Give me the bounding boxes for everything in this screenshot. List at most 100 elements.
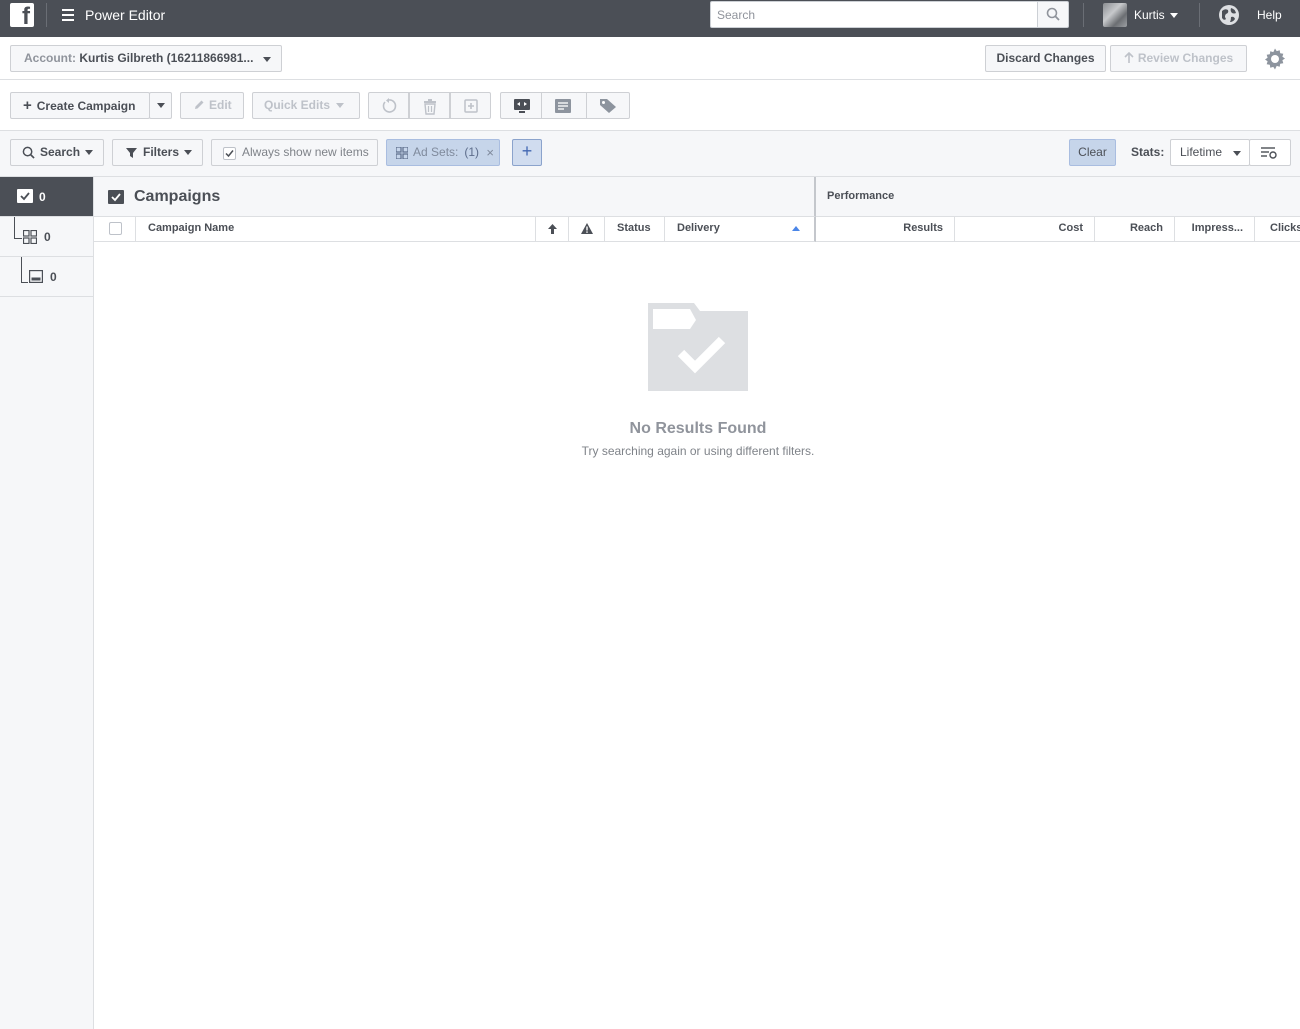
column-header-impressions[interactable]: Impress... xyxy=(1175,217,1255,242)
chevron-down-icon xyxy=(184,150,193,156)
pencil-icon xyxy=(195,100,204,109)
discard-changes-button[interactable]: Discard Changes xyxy=(985,45,1106,72)
chip-count: (1) xyxy=(464,145,480,159)
edit-button[interactable]: Edit xyxy=(180,92,244,119)
chevron-down-icon xyxy=(156,103,165,109)
campaigns-section-header: Campaigns xyxy=(94,177,816,217)
gear-icon[interactable] xyxy=(1263,47,1287,71)
report-icon xyxy=(555,99,571,113)
tag-icon xyxy=(600,99,616,113)
customize-columns-button[interactable] xyxy=(1249,139,1291,166)
stats-range-select[interactable]: Lifetime xyxy=(1170,139,1250,166)
ad-sets-icon xyxy=(396,147,408,159)
column-header-warnings[interactable] xyxy=(569,217,605,242)
tags-button[interactable] xyxy=(586,92,630,119)
search-icon xyxy=(1046,7,1060,21)
column-header-cost[interactable]: Cost xyxy=(955,217,1095,242)
page-title: Campaigns xyxy=(134,188,221,205)
column-header-delivery[interactable]: Delivery xyxy=(665,217,816,242)
checkbox[interactable] xyxy=(223,147,236,160)
reports-button[interactable] xyxy=(541,92,587,119)
filters-label: Filters xyxy=(143,145,180,159)
duplicate-button[interactable] xyxy=(450,92,491,119)
edit-label: Edit xyxy=(209,98,232,112)
account-selector[interactable]: Account: Kurtis Gilbreth (16211866981... xyxy=(10,45,282,72)
account-bar: Account: Kurtis Gilbreth (16211866981...… xyxy=(0,37,1300,80)
add-filter-button[interactable]: + xyxy=(512,139,542,166)
revert-icon xyxy=(382,98,397,113)
global-search-input[interactable] xyxy=(710,1,1038,28)
always-show-new-items-toggle[interactable]: Always show new items xyxy=(211,139,378,166)
column-header-sort[interactable] xyxy=(536,217,569,242)
search-filter-button[interactable]: Search xyxy=(10,139,104,166)
arrow-up-icon xyxy=(548,224,557,234)
empty-folder-icon xyxy=(648,303,748,391)
filter-bar: Search Filters Always show new items Ad … xyxy=(0,131,1300,177)
revert-button[interactable] xyxy=(368,92,409,119)
menu-icon[interactable] xyxy=(62,9,74,21)
chevron-down-icon xyxy=(1170,13,1179,19)
stats-label: Stats: xyxy=(1131,145,1165,159)
duplicate-icon xyxy=(464,99,478,113)
account-value: Kurtis Gilbreth (16211866981... xyxy=(79,51,254,65)
filter-icon xyxy=(126,148,137,158)
chip-label: Ad Sets: xyxy=(413,145,459,159)
globe-icon[interactable] xyxy=(1219,5,1239,25)
help-link[interactable]: Help xyxy=(1257,8,1282,22)
tree-connector xyxy=(14,217,22,239)
preview-button[interactable] xyxy=(500,92,542,119)
action-toolbar: + Create Campaign Edit Quick Edits xyxy=(0,80,1300,131)
clear-filters-button[interactable]: Clear xyxy=(1069,139,1116,166)
review-changes-label: Review Changes xyxy=(1137,51,1234,65)
level-ads[interactable]: 0 xyxy=(0,257,93,297)
empty-state-subtitle: Try searching again or using different f… xyxy=(581,444,815,458)
facebook-logo-icon[interactable]: f xyxy=(10,3,34,29)
quick-edits-label: Quick Edits xyxy=(264,98,331,112)
user-menu[interactable]: Kurtis xyxy=(1134,8,1179,22)
columns-settings-icon xyxy=(1261,147,1277,159)
create-campaign-button[interactable]: + Create Campaign xyxy=(10,92,150,119)
avatar[interactable] xyxy=(1103,3,1127,27)
ad-sets-filter-chip[interactable]: Ad Sets: (1) × xyxy=(386,139,500,166)
plus-icon: + xyxy=(23,97,32,114)
column-header-reach[interactable]: Reach xyxy=(1095,217,1175,242)
stats-range-value: Lifetime xyxy=(1180,145,1223,159)
select-all-checkbox[interactable] xyxy=(109,222,122,235)
level-ad-sets[interactable]: 0 xyxy=(0,217,93,257)
ad-icon xyxy=(29,270,43,283)
topbar-divider xyxy=(1199,3,1200,27)
level-navigation: 0 0 0 xyxy=(0,177,94,1029)
tree-connector xyxy=(21,257,28,283)
empty-state-title: No Results Found xyxy=(629,420,767,437)
column-header-campaign-name[interactable]: Campaign Name xyxy=(136,217,536,242)
delete-button[interactable] xyxy=(409,92,450,119)
review-changes-button[interactable]: Review Changes xyxy=(1110,45,1247,72)
ads-count: 0 xyxy=(50,270,57,284)
preview-icon xyxy=(514,99,530,113)
filters-button[interactable]: Filters xyxy=(112,139,203,166)
create-campaign-label: Create Campaign xyxy=(36,99,136,113)
always-show-label: Always show new items xyxy=(242,145,369,159)
close-icon[interactable]: × xyxy=(486,140,494,165)
ad-sets-count: 0 xyxy=(44,230,51,244)
top-nav-bar: f Power Editor Kurtis Help xyxy=(0,0,1300,37)
campaigns-count: 0 xyxy=(39,190,46,204)
quick-edits-button[interactable]: Quick Edits xyxy=(252,92,360,119)
app-title: Power Editor xyxy=(85,7,166,23)
campaign-icon xyxy=(108,190,124,204)
column-header-clicks[interactable]: Clicks xyxy=(1255,217,1300,242)
topbar-divider xyxy=(1083,3,1084,27)
search-button[interactable] xyxy=(1037,1,1069,28)
column-header-status[interactable]: Status xyxy=(605,217,665,242)
level-campaigns[interactable]: 0 xyxy=(0,177,93,217)
select-all-column xyxy=(94,217,136,242)
create-campaign-dropdown-button[interactable] xyxy=(149,92,172,119)
ad-sets-icon xyxy=(23,230,37,244)
user-name: Kurtis xyxy=(1134,8,1165,22)
account-label: Account: xyxy=(24,51,76,65)
trash-icon xyxy=(424,99,436,115)
arrow-up-icon xyxy=(1124,51,1134,63)
checkmark-icon xyxy=(225,150,234,158)
campaign-icon xyxy=(17,189,33,203)
column-header-results[interactable]: Results xyxy=(816,217,955,242)
